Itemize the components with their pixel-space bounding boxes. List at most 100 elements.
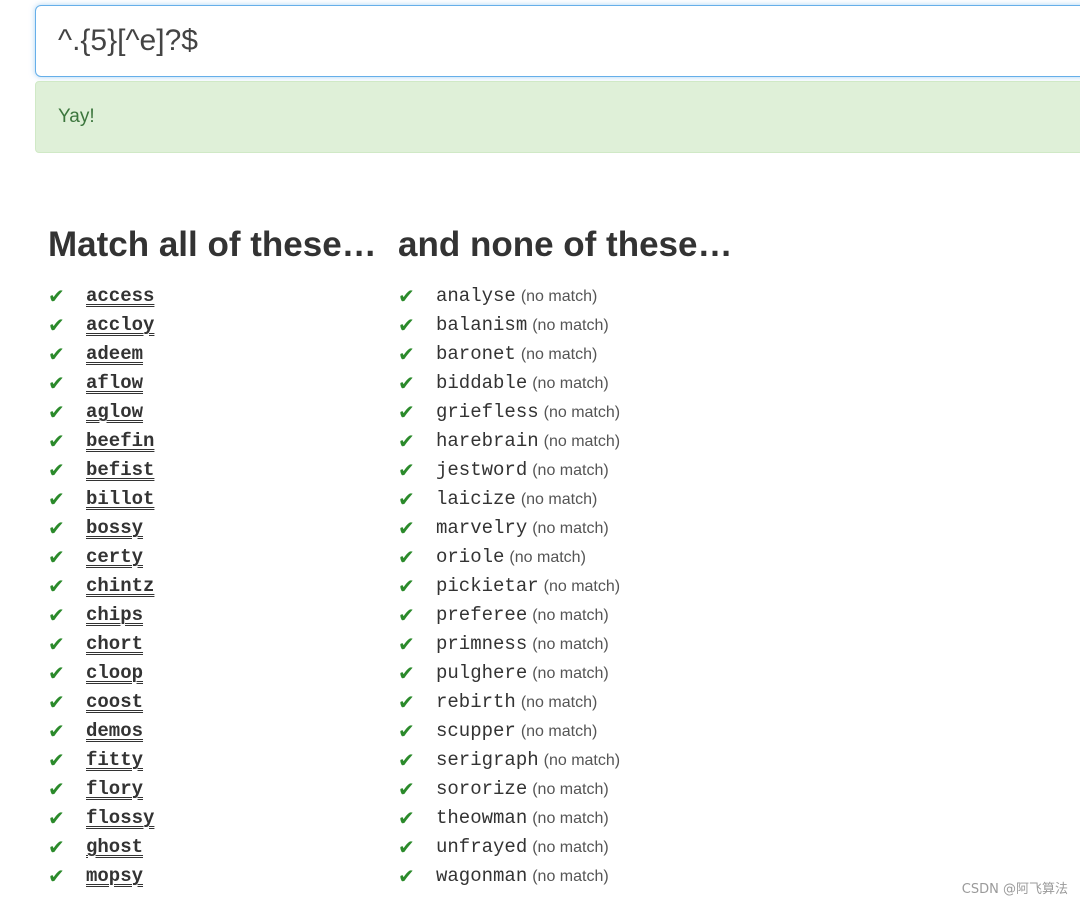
match-word: flossy: [86, 807, 155, 829]
match-word: coost: [86, 691, 144, 713]
match-word: billot: [86, 488, 155, 510]
nonmatch-item: ✔ theowman (no match): [398, 804, 732, 833]
check-icon: ✔: [48, 777, 65, 801]
check-icon: ✔: [48, 429, 65, 453]
nonmatch-word: jestword: [436, 459, 528, 481]
nonmatch-word: theowman: [436, 807, 528, 829]
match-item: ✔ flory: [48, 775, 377, 804]
match-item: ✔ flossy: [48, 804, 377, 833]
check-icon: ✔: [48, 371, 65, 395]
match-item: ✔ aflow: [48, 369, 377, 398]
check-icon: ✔: [398, 661, 415, 685]
nonmatch-item: ✔ analyse (no match): [398, 282, 732, 311]
no-match-label: (no match): [543, 433, 621, 450]
check-icon: ✔: [48, 748, 65, 772]
regex-input[interactable]: [35, 5, 1080, 77]
match-word: aglow: [86, 401, 144, 423]
nonmatch-word: biddable: [436, 372, 528, 394]
match-item: ✔ aglow: [48, 398, 377, 427]
check-icon: ✔: [398, 487, 415, 511]
nonmatch-word: serigraph: [436, 749, 539, 771]
match-item: ✔ chintz: [48, 572, 377, 601]
match-item: ✔ chort: [48, 630, 377, 659]
no-match-label: (no match): [543, 578, 621, 595]
nonmatch-word: marvelry: [436, 517, 528, 539]
match-word: beefin: [86, 430, 155, 452]
check-icon: ✔: [398, 458, 415, 482]
check-icon: ✔: [398, 806, 415, 830]
nonmatch-word: baronet: [436, 343, 516, 365]
nonmatch-item: ✔ biddable (no match): [398, 369, 732, 398]
nonmatch-item: ✔ baronet (no match): [398, 340, 732, 369]
check-icon: ✔: [48, 690, 65, 714]
success-alert: Yay!: [35, 81, 1080, 153]
check-icon: ✔: [48, 574, 65, 598]
nonmatch-word: analyse: [436, 285, 516, 307]
check-icon: ✔: [48, 545, 65, 569]
check-icon: ✔: [48, 632, 65, 656]
check-icon: ✔: [48, 864, 65, 888]
nonmatch-word: oriole: [436, 546, 505, 568]
match-word: befist: [86, 459, 155, 481]
nonmatch-item: ✔ harebrain (no match): [398, 427, 732, 456]
check-icon: ✔: [398, 371, 415, 395]
nonmatch-item: ✔ sororize (no match): [398, 775, 732, 804]
no-match-label: (no match): [532, 607, 609, 624]
match-word: adeem: [86, 343, 144, 365]
match-item: ✔ access: [48, 282, 377, 311]
nonmatch-word: harebrain: [436, 430, 539, 452]
match-word: flory: [86, 778, 144, 800]
nonmatch-word: preferee: [436, 604, 528, 626]
match-item: ✔ befist: [48, 456, 377, 485]
nonmatch-item: ✔ balanism (no match): [398, 311, 732, 340]
check-icon: ✔: [48, 806, 65, 830]
match-column: Match all of these… ✔ access ✔ accloy ✔ adeem…: [48, 222, 377, 891]
match-item: ✔ fitty: [48, 746, 377, 775]
check-icon: ✔: [48, 342, 65, 366]
match-item: ✔ accloy: [48, 311, 377, 340]
nonmatch-word: balanism: [436, 314, 528, 336]
match-item: ✔ beefin: [48, 427, 377, 456]
nonmatch-item: ✔ primness (no match): [398, 630, 732, 659]
check-icon: ✔: [48, 400, 65, 424]
no-match-label: (no match): [532, 462, 609, 479]
nonmatch-item: ✔ wagonman (no match): [398, 862, 732, 891]
no-match-label: (no match): [543, 752, 621, 769]
match-item: ✔ bossy: [48, 514, 377, 543]
watermark: CSDN @阿飞算法: [961, 882, 1068, 897]
check-icon: ✔: [398, 342, 415, 366]
match-word: chips: [86, 604, 144, 626]
check-icon: ✔: [48, 313, 65, 337]
no-match-label: (no match): [520, 346, 598, 363]
nonmatch-word: wagonman: [436, 865, 528, 887]
match-word: demos: [86, 720, 144, 742]
nonmatch-item: ✔ rebirth (no match): [398, 688, 732, 717]
match-item: ✔ ghost: [48, 833, 377, 862]
match-item: ✔ adeem: [48, 340, 377, 369]
nonmatch-item: ✔ jestword (no match): [398, 456, 732, 485]
nonmatch-item: ✔ pulghere (no match): [398, 659, 732, 688]
no-match-label: (no match): [532, 665, 609, 682]
check-icon: ✔: [398, 429, 415, 453]
check-icon: ✔: [398, 835, 415, 859]
no-match-label: (no match): [520, 694, 598, 711]
nonmatch-word: sororize: [436, 778, 528, 800]
match-word: cloop: [86, 662, 144, 684]
check-icon: ✔: [398, 690, 415, 714]
no-match-label: (no match): [532, 375, 609, 392]
check-icon: ✔: [48, 719, 65, 743]
match-heading: Match all of these…: [48, 225, 377, 264]
match-item: ✔ certy: [48, 543, 377, 572]
match-word: ghost: [86, 836, 144, 858]
nonmatch-word: pulghere: [436, 662, 528, 684]
nonmatch-word: griefless: [436, 401, 539, 423]
match-word: aflow: [86, 372, 144, 394]
match-item: ✔ cloop: [48, 659, 377, 688]
match-word: chort: [86, 633, 144, 655]
nonmatch-word: laicize: [436, 488, 516, 510]
match-list: ✔ access ✔ accloy ✔ adeem ✔ aflow ✔ aglow ✔ beefin ✔…: [48, 282, 377, 891]
check-icon: ✔: [398, 864, 415, 888]
no-match-label: (no match): [520, 288, 598, 305]
nonmatch-list: ✔ analyse (no match) ✔ balanism (no match) ✔ ba…: [398, 282, 732, 891]
no-match-label: (no match): [532, 520, 609, 537]
